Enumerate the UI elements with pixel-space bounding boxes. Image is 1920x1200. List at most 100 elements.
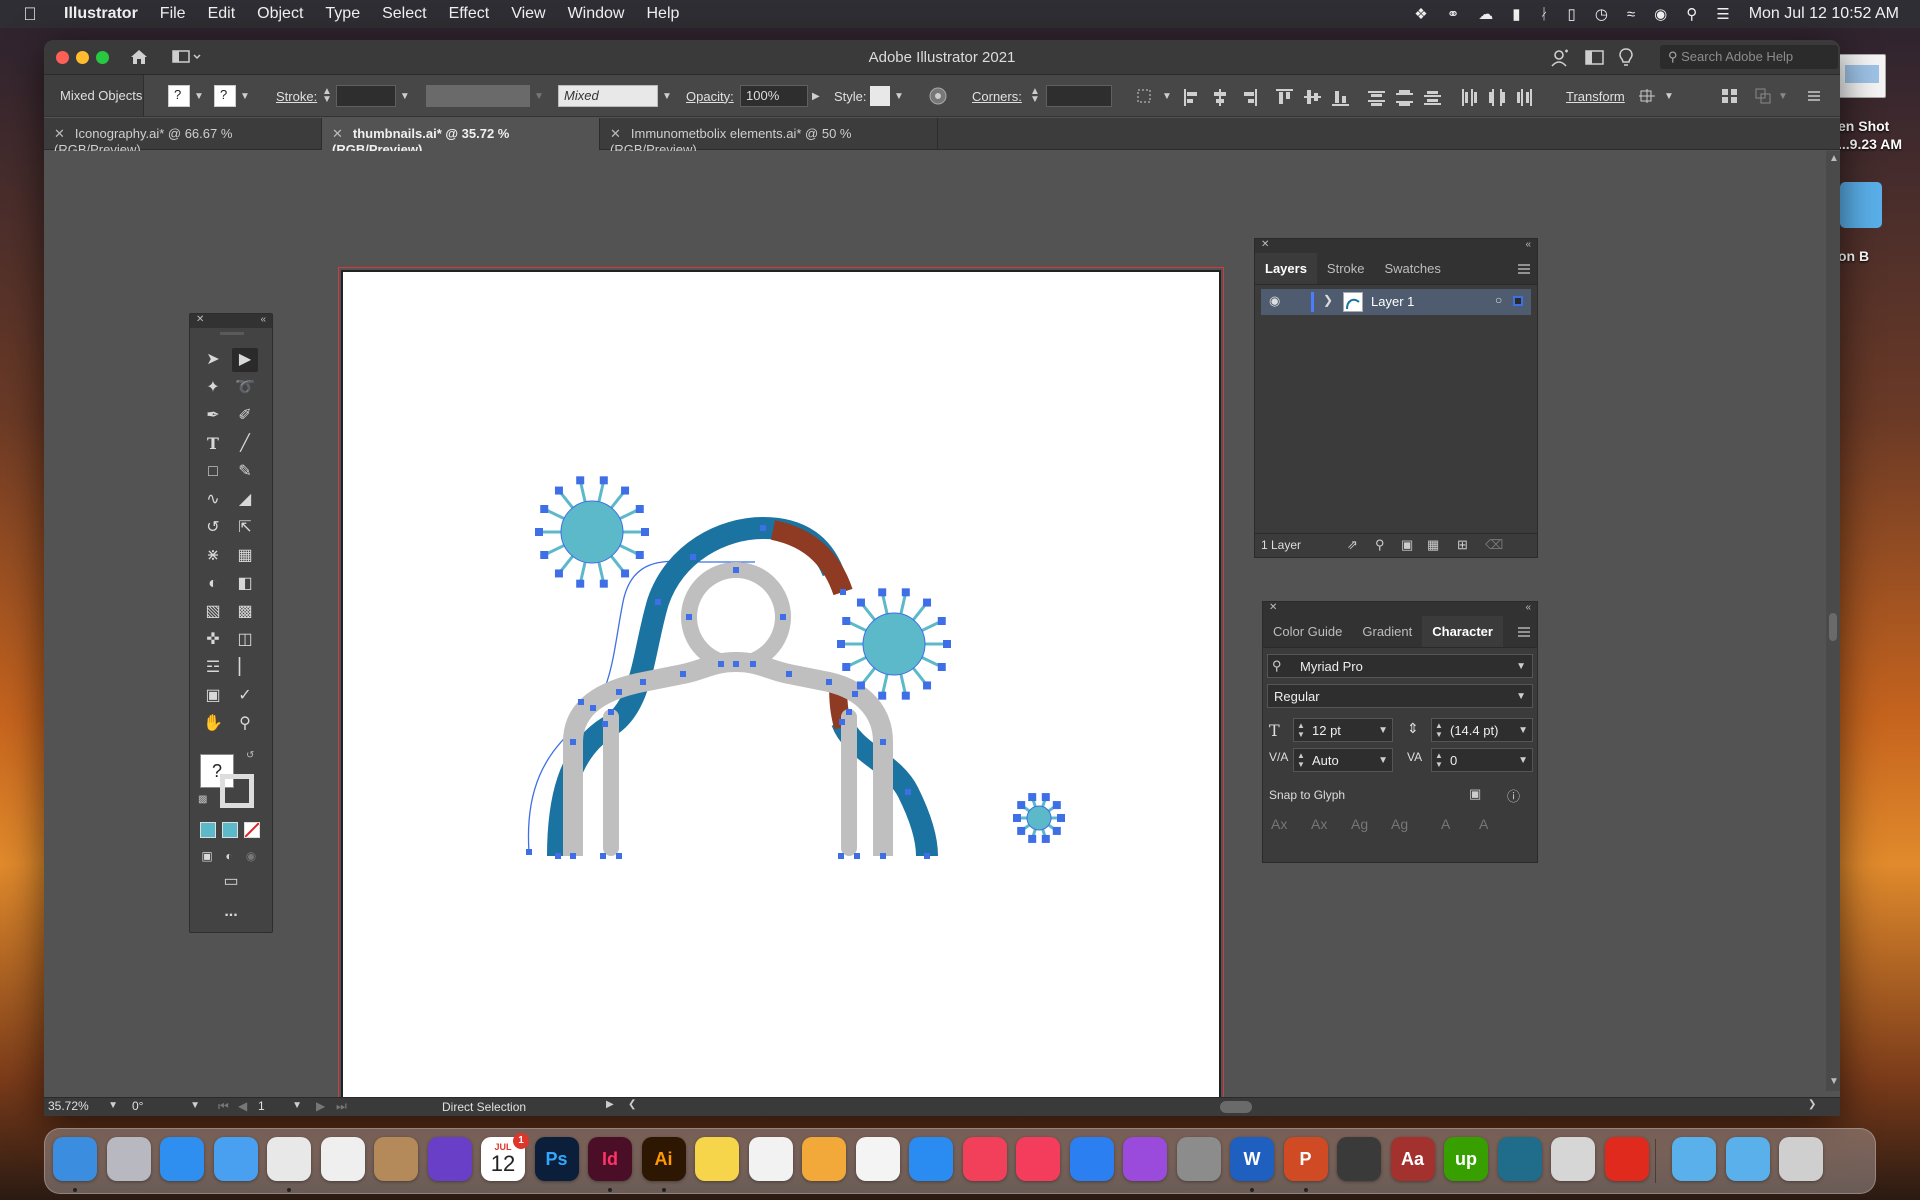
leading-field[interactable]: ▲ ▼ (14.4 pt) ▼ (1431, 718, 1533, 742)
safari-icon[interactable] (160, 1137, 204, 1181)
tab-swatches[interactable]: Swatches (1375, 253, 1451, 284)
anchor-point[interactable] (760, 525, 766, 531)
illustrator-icon[interactable]: Ai (641, 1137, 686, 1181)
share-icon[interactable] (1550, 48, 1570, 68)
battery-icon[interactable]: ▯ (1568, 5, 1576, 23)
direct-selection-tool-icon[interactable]: ▶ (232, 348, 258, 372)
indesign-icon[interactable]: Id (588, 1137, 632, 1181)
color-mode-swatch[interactable] (200, 822, 216, 838)
snap-glyph-bounds-icon[interactable]: Ag (1351, 816, 1368, 832)
anchor-point[interactable] (786, 671, 792, 677)
artboard-number-dropdown[interactable]: 1 ▼ (258, 1099, 304, 1115)
zoom-dropdown[interactable]: 35.72% ▼ (48, 1099, 120, 1115)
collapse-panel-icon[interactable]: « (1525, 602, 1531, 613)
menu-window[interactable]: Window (557, 5, 636, 23)
powerpoint-icon[interactable]: P (1283, 1137, 1328, 1181)
gradient-mode-swatch[interactable] (222, 822, 238, 838)
menu-edit[interactable]: Edit (197, 5, 247, 23)
shaper-tool-icon[interactable]: ∿ (200, 488, 226, 512)
gradient-tool-icon[interactable]: ▩ (232, 600, 258, 624)
camo-icon[interactable] (1497, 1137, 1542, 1181)
anchor-point[interactable] (570, 853, 576, 859)
locate-object-icon[interactable]: ⚲ (1375, 537, 1385, 553)
photos-icon[interactable] (855, 1137, 900, 1181)
paintbrush-tool-icon[interactable]: ✎ (232, 460, 258, 484)
downloads-folder-icon[interactable] (1672, 1137, 1716, 1181)
default-fill-stroke-icon[interactable]: ▩ (198, 794, 207, 805)
width-tool-icon[interactable]: ⋇ (200, 544, 226, 568)
draw-inside-icon[interactable]: ◉ (238, 844, 264, 868)
hand-tool-icon[interactable]: ✋ (200, 712, 226, 736)
bluetooth-icon[interactable]: ᛅ (1540, 6, 1549, 23)
tab-layers[interactable]: Layers (1255, 253, 1317, 284)
snap-anchor-point-icon[interactable]: A (1479, 816, 1488, 832)
column-graph-tool-icon[interactable]: ▏ (232, 656, 258, 680)
artwork-canvas[interactable] (343, 272, 1219, 1116)
anchor-point[interactable] (600, 853, 606, 859)
variable-width-profile[interactable]: ▼ (426, 84, 544, 108)
new-sublayer-icon[interactable]: ▦ (1427, 537, 1439, 553)
eraser-tool-icon[interactable]: ◢ (232, 488, 258, 512)
mail-icon[interactable] (213, 1137, 258, 1181)
tab-color-guide[interactable]: Color Guide (1263, 616, 1352, 647)
anchor-point[interactable] (880, 853, 886, 859)
tab-thumbnails[interactable]: ✕ thumbnails.ai* @ 35.72 % (RGB/Preview) (322, 118, 600, 157)
notes-icon[interactable] (695, 1137, 739, 1181)
make-clipping-mask-icon[interactable]: ▣ (1401, 537, 1413, 553)
anchor-point[interactable] (839, 719, 845, 725)
fill-color-dropdown[interactable]: ? ▼ (168, 84, 204, 108)
tab-character[interactable]: Character (1422, 616, 1503, 647)
anchor-point[interactable] (852, 691, 858, 697)
acrobat-icon[interactable] (1604, 1137, 1649, 1181)
desktop-screenshot-file[interactable] (1838, 54, 1886, 98)
search-icon[interactable]: ⚲ (1686, 5, 1697, 23)
isolate-icon[interactable]: ▼ (1638, 84, 1674, 108)
slice-tool-icon[interactable]: ✓ (232, 684, 258, 708)
selection-indicator[interactable] (1513, 296, 1523, 306)
anchor-point[interactable] (616, 689, 622, 695)
recolor-artwork-icon[interactable] (928, 84, 948, 108)
anchor-point[interactable] (655, 599, 661, 605)
anchor-point[interactable] (846, 709, 852, 715)
time-machine-icon[interactable]: ◷ (1595, 5, 1608, 23)
status-menu-icon[interactable]: ▶ (606, 1099, 614, 1110)
word-icon[interactable]: W (1230, 1137, 1274, 1181)
scale-tool-icon[interactable]: ⇱ (232, 516, 258, 540)
transform-button[interactable]: Transform (1566, 84, 1625, 108)
layer-name[interactable]: Layer 1 (1371, 294, 1414, 309)
distribute-bottom-icon[interactable] (1424, 89, 1441, 106)
graphic-style-dropdown[interactable]: ▼ (870, 84, 904, 108)
menu-type[interactable]: Type (314, 5, 371, 23)
desktop-folder-icon[interactable] (1840, 182, 1882, 228)
new-layer-icon[interactable]: ⊞ (1457, 537, 1468, 553)
vertical-scroll-thumb[interactable] (1829, 613, 1837, 641)
control-bar-menu-icon[interactable] (1806, 84, 1822, 108)
panel-menu-icon[interactable] (1517, 626, 1531, 641)
keynote-icon[interactable] (1069, 1137, 1114, 1181)
menu-app-name[interactable]: Illustrator (60, 5, 149, 23)
delete-layer-icon[interactable]: ⌫ (1485, 537, 1503, 553)
wifi-icon[interactable]: ≈ (1627, 6, 1635, 23)
apple-menu-icon[interactable]:  (0, 4, 60, 25)
tab-stroke[interactable]: Stroke (1317, 253, 1375, 284)
anchor-point[interactable] (590, 705, 596, 711)
align-right-icon[interactable] (1240, 89, 1257, 106)
upwork-icon[interactable]: up (1444, 1137, 1488, 1181)
anchor-point[interactable] (570, 739, 576, 745)
creative-cloud-icon[interactable]: ⚭ (1447, 5, 1460, 23)
align-bottom-icon[interactable] (1332, 89, 1349, 106)
close-panel-icon[interactable]: ✕ (1269, 602, 1277, 613)
anchor-point[interactable] (680, 671, 686, 677)
anchor-point[interactable] (905, 789, 911, 795)
distribute-top-icon[interactable] (1368, 89, 1385, 106)
corners-stepper[interactable]: ▲ ▼ (1030, 84, 1112, 108)
photoshop-icon[interactable]: Ps (534, 1137, 579, 1181)
close-tab-icon[interactable]: ✕ (332, 126, 343, 141)
anchor-point[interactable] (733, 661, 739, 667)
zoom-tool-icon[interactable]: ⚲ (232, 712, 258, 736)
opacity-field[interactable]: 100% ▶ (740, 84, 820, 108)
stroke-swatch[interactable] (220, 774, 254, 808)
distribute-vertical-center-icon[interactable] (1396, 89, 1413, 106)
launchpad-icon[interactable] (106, 1137, 151, 1181)
type-tool-icon[interactable]: T (200, 432, 226, 456)
